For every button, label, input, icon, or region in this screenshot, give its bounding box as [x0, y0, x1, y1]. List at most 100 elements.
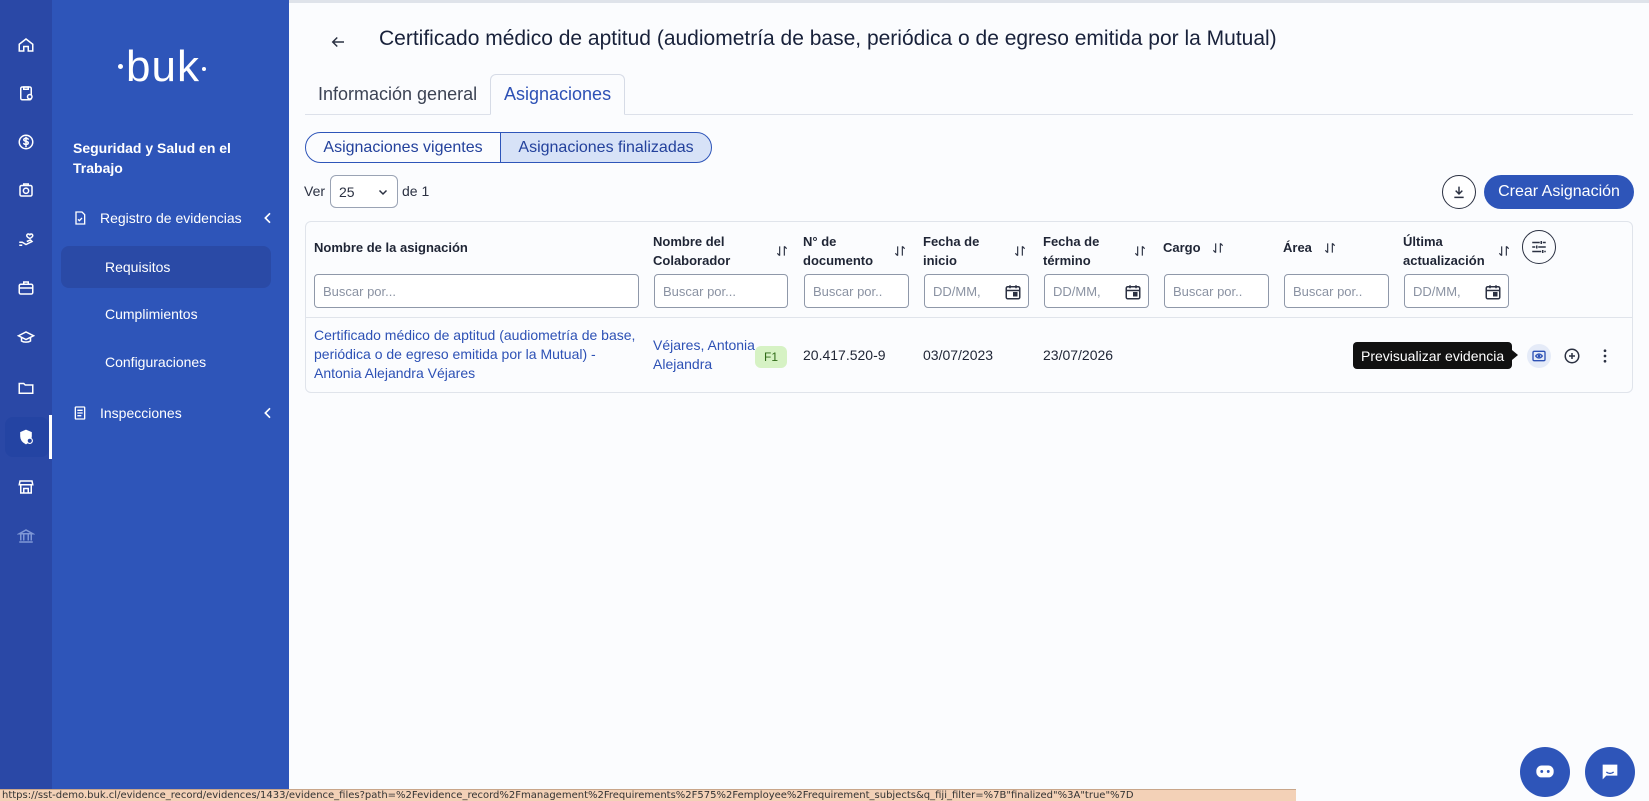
preview-tooltip: Previsualizar evidencia [1353, 342, 1519, 369]
column-header-updated[interactable]: Última actualización [1403, 232, 1510, 270]
preview-icon [1532, 350, 1546, 362]
store-icon[interactable] [14, 475, 38, 499]
filter-placeholder: DD/MM, [1053, 283, 1101, 299]
segment-asignaciones-finalizadas[interactable]: Asignaciones finalizadas [500, 132, 712, 163]
back-button[interactable] [326, 30, 350, 54]
column-header-end-date[interactable]: Fecha de término [1043, 232, 1146, 270]
employee-badge: F1 [755, 346, 787, 368]
camera-icon[interactable] [14, 178, 38, 202]
filter-employee-input[interactable]: Buscar por... [654, 274, 788, 308]
end-date: 23/07/2026 [1043, 347, 1114, 363]
sort-icon [1212, 242, 1224, 253]
kebab-menu-icon [1603, 349, 1607, 363]
sliders-icon [1532, 241, 1546, 253]
column-header-label: Nombre de la asignación [314, 240, 468, 255]
sidebar-group-registro-evidencias[interactable]: Registro de evidencias [72, 206, 276, 230]
assignments-table: Nombre de la asignación Nombre del Colab… [305, 221, 1633, 393]
column-header-assignment: Nombre de la asignación [314, 238, 614, 257]
calendar-icon[interactable] [1124, 283, 1142, 301]
top-border [289, 0, 1649, 3]
dollar-icon[interactable] [14, 130, 38, 154]
segment-asignaciones-vigentes[interactable]: Asignaciones vigentes [305, 132, 501, 163]
filter-placeholder: Buscar por... [663, 283, 736, 299]
filter-end-date-input[interactable]: DD/MM, [1044, 274, 1149, 308]
document-check-icon [75, 211, 86, 225]
logo-text: buk [126, 42, 200, 91]
column-header-label: Cargo [1163, 240, 1201, 255]
filter-assignment-input[interactable]: Buscar por... [314, 274, 639, 308]
chevron-left-icon [264, 407, 271, 419]
download-button[interactable] [1442, 175, 1476, 209]
column-header-label: N° de documento [803, 234, 874, 268]
sort-icon [1014, 245, 1026, 257]
start-date: 03/07/2023 [923, 347, 994, 363]
page-count-label: de 1 [402, 183, 430, 199]
create-assignment-button[interactable]: Crear Asignación [1484, 175, 1634, 209]
sidebar: buk Seguridad y Salud en el Trabajo Regi… [52, 0, 289, 801]
list-document-icon [74, 406, 86, 420]
column-header-start-date[interactable]: Fecha de inicio [923, 232, 1026, 270]
chevron-down-icon [378, 189, 388, 196]
home-icon[interactable] [14, 33, 38, 57]
add-evidence-button[interactable] [1560, 344, 1584, 368]
shield-gear-icon[interactable] [14, 425, 38, 449]
sort-icon [894, 245, 906, 257]
plus-circle-icon [1564, 348, 1580, 364]
column-header-label: Fecha de inicio [923, 234, 980, 268]
preview-evidence-button[interactable] [1527, 344, 1551, 368]
filter-area-input[interactable]: Buscar por.. [1284, 274, 1389, 308]
column-settings-button[interactable] [1522, 230, 1556, 264]
column-header-label: Última actualización [1403, 234, 1485, 268]
column-header-area[interactable]: Área [1283, 238, 1363, 257]
page-size-select[interactable]: 25 [330, 175, 398, 208]
document-number: 20.417.520-9 [803, 347, 886, 363]
sidebar-item-label: Cumplimientos [105, 306, 198, 322]
chat-bot-icon [1536, 765, 1554, 778]
sidebar-item-label: Requisitos [105, 259, 171, 275]
column-header-employee[interactable]: Nombre del Colaborador [653, 232, 788, 270]
column-header-cargo[interactable]: Cargo [1163, 238, 1243, 257]
sidebar-item-label: Configuraciones [105, 354, 207, 370]
filter-placeholder: Buscar por... [323, 283, 396, 299]
calendar-icon[interactable] [1484, 283, 1502, 301]
chevron-left-icon [264, 212, 271, 224]
page-size-label: Ver [304, 183, 326, 199]
sidebar-item-configuraciones[interactable]: Configuraciones [61, 341, 271, 383]
sidebar-item-cumplimientos[interactable]: Cumplimientos [61, 293, 271, 335]
filter-document-input[interactable]: Buscar por.. [804, 274, 909, 308]
bank-icon[interactable] [14, 524, 38, 548]
sidebar-group-label: Registro de evidencias [100, 210, 242, 226]
sidebar-section-title: Seguridad y Salud en el Trabajo [73, 140, 231, 176]
clipboard-icon[interactable] [14, 81, 38, 105]
buk-logo[interactable]: buk [118, 42, 206, 92]
folder-icon[interactable] [14, 376, 38, 400]
hand-heart-icon[interactable] [14, 228, 38, 252]
column-header-label: Área [1283, 240, 1312, 255]
column-header-label: Fecha de término [1043, 234, 1100, 268]
chat-button[interactable] [1585, 747, 1635, 797]
chat-bubble-icon [1602, 764, 1618, 780]
briefcase-icon[interactable] [14, 276, 38, 300]
tab-informacion-general[interactable]: Información general [305, 74, 490, 115]
support-bot-button[interactable] [1520, 747, 1570, 797]
graduation-cap-icon[interactable] [14, 326, 38, 350]
filter-updated-input[interactable]: DD/MM, [1404, 274, 1509, 308]
sort-icon [1324, 242, 1336, 253]
filter-placeholder: DD/MM, [933, 283, 981, 299]
more-options-button[interactable] [1593, 344, 1617, 368]
employee-name-link[interactable]: Véjares, Antonia Alejandra [653, 336, 758, 374]
sort-icon [776, 245, 788, 257]
filter-start-date-input[interactable]: DD/MM, [924, 274, 1029, 308]
sidebar-group-inspecciones[interactable]: Inspecciones [72, 401, 276, 425]
column-header-label: Nombre del Colaborador [653, 234, 731, 268]
column-header-document[interactable]: N° de documento [803, 232, 906, 270]
filter-placeholder: Buscar por.. [813, 283, 883, 299]
sidebar-item-requisitos[interactable]: Requisitos [61, 246, 271, 288]
filter-placeholder: Buscar por.. [1173, 283, 1243, 299]
calendar-icon[interactable] [1004, 283, 1022, 301]
icon-rail [0, 0, 52, 801]
tab-asignaciones[interactable]: Asignaciones [490, 74, 626, 115]
assignment-name-link[interactable]: Certificado médico de aptitud (audiometr… [314, 326, 644, 383]
filter-cargo-input[interactable]: Buscar por.. [1164, 274, 1269, 308]
status-bar-url: https://sst-demo.buk.cl/evidence_record/… [0, 789, 1296, 801]
